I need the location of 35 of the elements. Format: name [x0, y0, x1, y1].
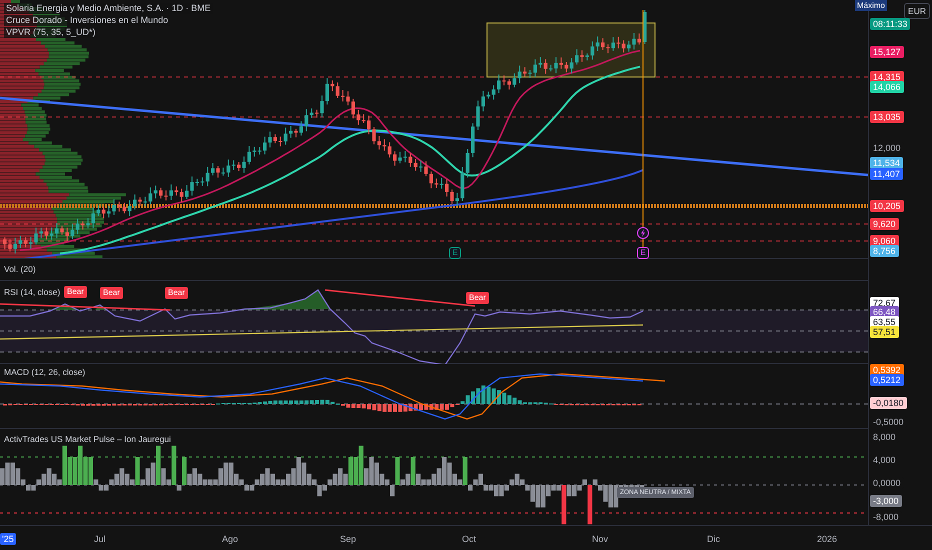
price-label: 11,407: [870, 168, 903, 180]
earnings-marker[interactable]: E: [637, 247, 649, 259]
bear-signal-tag: Bear: [64, 286, 87, 298]
time-label: Dic: [706, 533, 721, 545]
pane-title: MACD (12, 26, close): [4, 367, 86, 378]
price-label: 13,035: [870, 111, 904, 123]
pulse-value-label: -3,000: [870, 495, 902, 507]
time-label: '25: [0, 533, 16, 545]
time-label: 2026: [816, 533, 838, 545]
bear-signal-tag: Bear: [165, 287, 188, 299]
price-label: 10,205: [870, 200, 904, 212]
pane-title: Vol. (20): [4, 264, 36, 274]
indicator-label: Cruce Dorado - Inversiones en el Mundo: [4, 15, 170, 26]
time-label: Oct: [461, 533, 478, 545]
rsi-value-label: 57,51: [870, 326, 899, 338]
indicator-label: VPVR (75, 35, 5_UD*): [4, 27, 98, 38]
price-label: 14,066: [870, 81, 904, 93]
time-label: Jul: [93, 533, 107, 545]
time-label: Ago: [221, 533, 240, 545]
pane-title: RSI (14, close): [4, 286, 60, 297]
price-label: 8,756: [870, 245, 899, 257]
earnings-marker[interactable]: E: [449, 247, 461, 259]
price-label: 11,534: [870, 157, 903, 169]
pane-title: ActivTrades US Market Pulse – Ion Jauregui: [4, 434, 171, 444]
price-label: 15,127: [870, 46, 904, 58]
time-label: Sep: [339, 533, 358, 545]
macd-value-label: 0,5212: [870, 374, 904, 386]
symbol-title: Solaria Energia y Medio Ambiente, S.A. · 1D · BME: [4, 3, 213, 14]
bear-signal-tag: Bear: [466, 292, 489, 304]
bear-signal-tag: Bear: [100, 287, 123, 299]
price-label: 08:11:33: [870, 18, 910, 30]
macd-value-label: -0,0180: [870, 397, 907, 409]
price-label: 9,620: [870, 218, 899, 230]
high-tag: Máximo: [855, 0, 888, 11]
time-label: Nov: [591, 533, 610, 545]
